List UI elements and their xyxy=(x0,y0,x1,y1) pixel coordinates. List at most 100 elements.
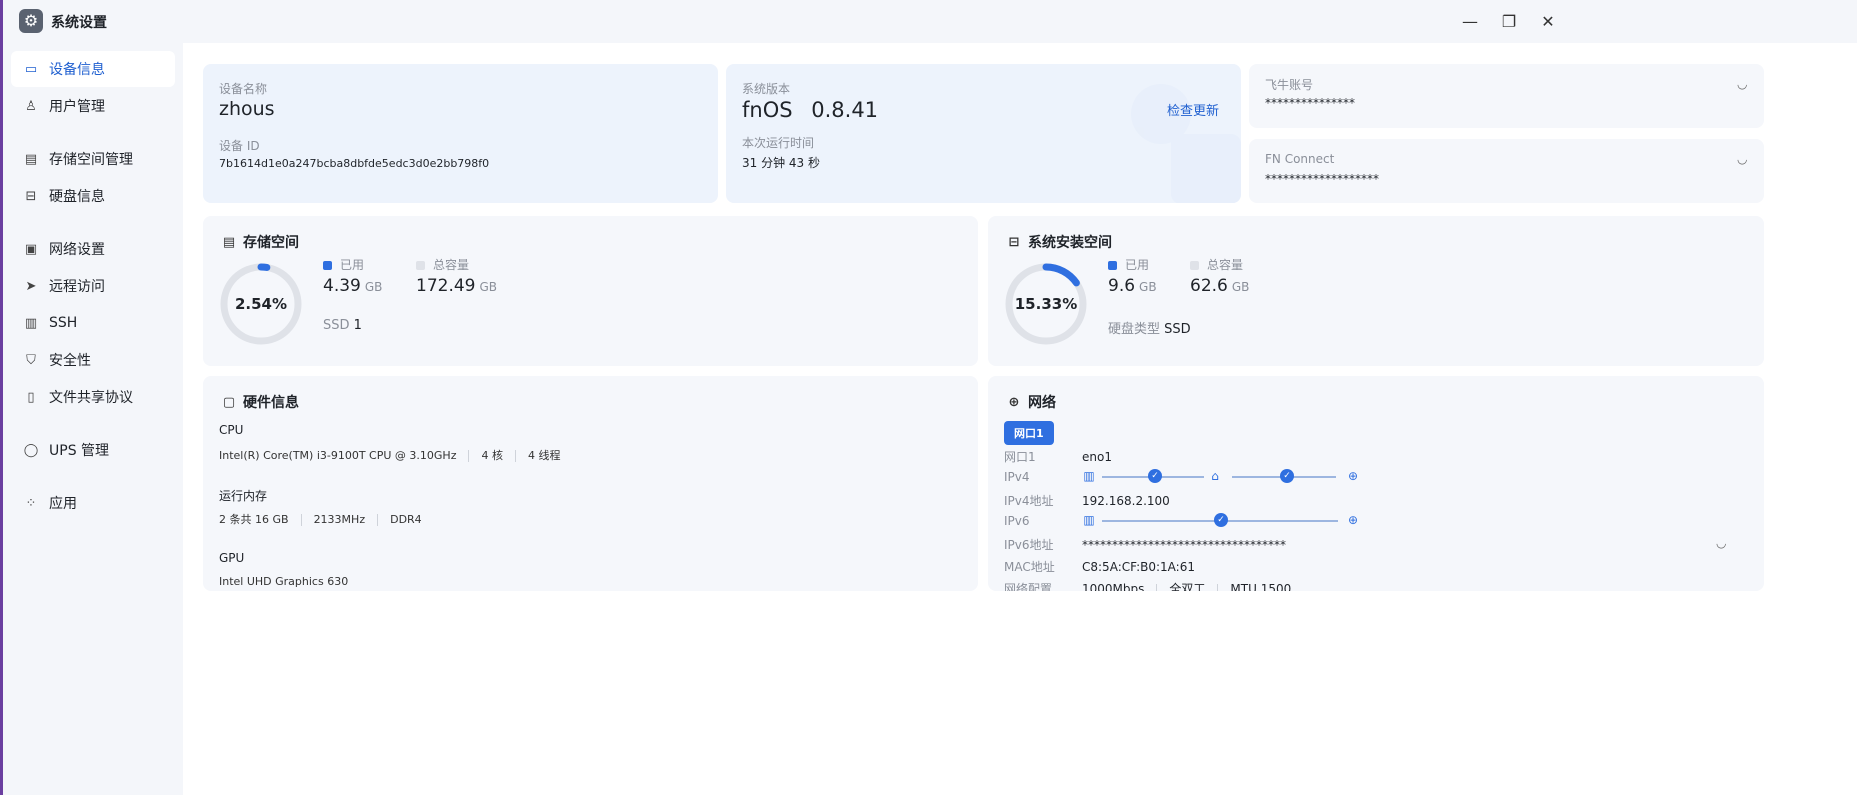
sidebar-item-remote[interactable]: ➤ 远程访问 xyxy=(11,268,175,304)
check-icon: ✓ xyxy=(1214,513,1228,527)
network-card: ⊕ 网络 网口1 网口1 eno1 IPv4 ▥ ✓ ⌂ ✓ ⊕ IPv4地址 … xyxy=(988,376,1764,591)
ssd-label: SSD xyxy=(323,318,350,333)
device-icon: ▭ xyxy=(24,61,38,77)
ssd-count: 1 xyxy=(353,318,362,333)
router-icon: ⌂ xyxy=(1211,469,1219,483)
maximize-button[interactable]: ❐ xyxy=(1494,8,1524,34)
check-icon: ✓ xyxy=(1148,469,1162,483)
nas-icon: ▥ xyxy=(1083,469,1095,483)
apps-icon: ⁘ xyxy=(25,495,37,511)
sidebar-item-apps[interactable]: ⁘ 应用 xyxy=(11,485,175,521)
network-icon: ▣ xyxy=(24,241,38,257)
storage-total-number: 172.49 xyxy=(416,276,476,296)
ipv4-address-label: IPv4地址 xyxy=(1004,494,1054,508)
system-version: fnOS 0.8.41 xyxy=(742,98,878,122)
storage-used-label: 已用 xyxy=(340,258,365,272)
hardware-icon: ▢ xyxy=(222,394,236,410)
ipv6-row: IPv6 xyxy=(1004,514,1082,528)
ipv4-label: IPv4 xyxy=(1004,470,1030,484)
device-card: 设备名称 zhous 设备 ID 7b1614d1e0a247bcba8dbfd… xyxy=(203,64,718,203)
ipv6-route: ▥ ✓ ⊕ xyxy=(1082,513,1362,529)
port-row: 网口1 eno1 xyxy=(1004,448,1112,465)
gpu-label: GPU xyxy=(219,551,245,565)
tab-port-1[interactable]: 网口1 xyxy=(1004,421,1054,445)
storage-total-value: 172.49 GB xyxy=(416,276,497,296)
system-disk-percent: 15.33% xyxy=(1014,295,1078,313)
ups-icon: ◯ xyxy=(23,442,39,458)
cpu-info: Intel(R) Core(TM) i3-9100T CPU @ 3.10GHz… xyxy=(219,447,560,463)
eye-hidden-icon[interactable]: ◡ xyxy=(1737,152,1747,166)
sidebar-item-label: 应用 xyxy=(49,496,77,512)
mtu-value: MTU 1500 xyxy=(1230,582,1292,591)
internet-globe-icon: ⊕ xyxy=(1347,513,1359,527)
network-config-label: 网络配置 xyxy=(1004,582,1053,591)
sidebar-item-label: 存储空间管理 xyxy=(49,152,133,168)
sidebar-item-label: UPS 管理 xyxy=(49,443,110,459)
link-speed: 1000Mbps xyxy=(1082,582,1145,591)
eye-hidden-icon[interactable]: ◡ xyxy=(1737,77,1747,91)
title-bar: ⚙ 系统设置 — ❐ ✕ xyxy=(3,0,1857,43)
sidebar-item-network[interactable]: ▣ 网络设置 xyxy=(11,231,175,267)
system-disk-total-number: 62.6 xyxy=(1190,276,1228,296)
network-config-value: 1000Mbps 全双工 MTU 1500 xyxy=(1082,580,1291,591)
sidebar-item-device-info[interactable]: ▭ 设备信息 xyxy=(11,51,175,87)
network-title: ⊕ 网络 xyxy=(1006,392,1056,412)
cpu-cores: 4 核 xyxy=(481,449,503,462)
ipv6-address-value: ********************************** xyxy=(1082,537,1286,552)
sidebar-item-disk[interactable]: ⊟ 硬盘信息 xyxy=(11,178,175,214)
network-config-row: 网络配置 1000Mbps 全双工 MTU 1500 xyxy=(1004,580,1291,591)
memory-label: 运行内存 xyxy=(219,489,268,503)
ipv4-address-row: IPv4地址 192.168.2.100 xyxy=(1004,492,1170,509)
globe-icon: ⊕ xyxy=(1008,394,1020,410)
disk-icon: ⊟ xyxy=(1008,234,1020,250)
uptime-label: 本次运行时间 xyxy=(742,136,815,150)
sidebar-item-label: 安全性 xyxy=(49,353,91,369)
storage-ssd-count: SSD 1 xyxy=(323,318,362,333)
disk-type-label: 硬盘类型 xyxy=(1108,322,1161,337)
sidebar-item-file-sharing[interactable]: ▯ 文件共享协议 xyxy=(11,379,175,415)
ipv6-address-label: IPv6地址 xyxy=(1004,538,1054,552)
gear-icon: ⚙ xyxy=(19,9,43,33)
total-legend-dot xyxy=(1190,261,1199,270)
storage-icon: ▤ xyxy=(222,234,236,250)
storage-title: ▤ 存储空间 xyxy=(221,232,299,252)
sidebar-item-ssh[interactable]: ▥ SSH xyxy=(11,305,175,341)
minimize-button[interactable]: — xyxy=(1455,8,1485,34)
system-disk-used-unit: GB xyxy=(1139,280,1157,294)
account-card: 飞牛账号 *************** ◡ xyxy=(1249,64,1764,128)
main-content: 设备名称 zhous 设备 ID 7b1614d1e0a247bcba8dbfd… xyxy=(183,43,1857,795)
memory-speed: 2133MHz xyxy=(313,513,366,526)
uptime-value: 31 分钟 43 秒 xyxy=(742,156,820,170)
app-title: 系统设置 xyxy=(51,15,107,31)
account-value: *************** xyxy=(1265,96,1355,110)
system-disk-total-legend: 总容量 xyxy=(1190,256,1243,273)
system-disk-title: ⊟ 系统安装空间 xyxy=(1006,232,1112,252)
gpu-model: Intel UHD Graphics 630 xyxy=(219,575,349,588)
storage-title-text: 存储空间 xyxy=(243,235,299,251)
cpu-threads: 4 线程 xyxy=(527,449,561,462)
sidebar-item-label: 远程访问 xyxy=(49,279,105,295)
storage-used-value: 4.39 GB xyxy=(323,276,382,296)
storage-total-label: 总容量 xyxy=(433,258,470,272)
storage-card: ▤ 存储空间 2.54% 已用 4.39 GB 总容量 172.49 GB SSD … xyxy=(203,216,978,366)
fnos-logo-watermark-icon xyxy=(1131,84,1241,203)
file-icon: ▯ xyxy=(27,389,35,405)
storage-percent: 2.54% xyxy=(234,295,288,313)
used-legend-dot xyxy=(323,261,332,270)
sidebar-item-users[interactable]: ♙ 用户管理 xyxy=(11,88,175,124)
sidebar-item-storage[interactable]: ▤ 存储空间管理 xyxy=(11,141,175,177)
sidebar-item-security[interactable]: ⛉ 安全性 xyxy=(11,342,175,378)
eye-hidden-icon[interactable]: ◡ xyxy=(1716,536,1726,550)
terminal-icon: ▥ xyxy=(24,315,38,331)
memory-info: 2 条共 16 GB 2133MHz DDR4 xyxy=(219,511,422,527)
sidebar-item-ups[interactable]: ◯ UPS 管理 xyxy=(11,432,175,468)
check-update-link[interactable]: 检查更新 xyxy=(1167,100,1219,119)
memory-size: 2 条共 16 GB xyxy=(219,513,289,526)
account-label: 飞牛账号 xyxy=(1265,78,1314,92)
disk-icon: ⊟ xyxy=(25,188,37,204)
close-button[interactable]: ✕ xyxy=(1533,8,1563,34)
hardware-title: ▢ 硬件信息 xyxy=(221,392,299,412)
system-disk-type: 硬盘类型 SSD xyxy=(1108,318,1191,337)
mac-label: MAC地址 xyxy=(1004,560,1055,574)
system-disk-used-label: 已用 xyxy=(1125,258,1150,272)
